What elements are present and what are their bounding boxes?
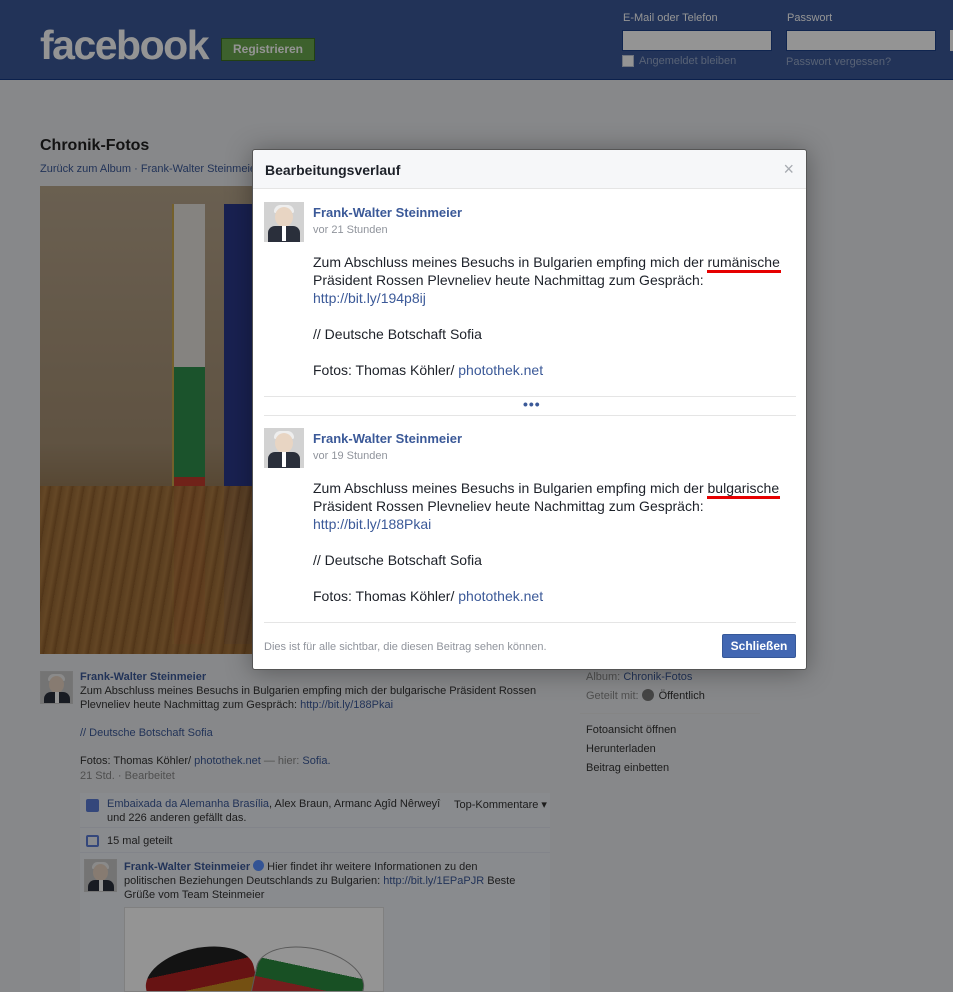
dialog-title: Bearbeitungsverlauf xyxy=(265,162,401,178)
entry-author-name[interactable]: Frank-Walter Steinmeier xyxy=(313,205,462,220)
entry-timestamp[interactable]: vor 21 Stunden xyxy=(313,224,388,236)
footer-separator xyxy=(264,622,796,623)
visibility-note: Dies ist für alle sichtbar, die diesen B… xyxy=(264,641,547,653)
more-dots[interactable]: ••• xyxy=(523,397,541,411)
entry-link[interactable]: http://bit.ly/188Pkai xyxy=(313,516,431,532)
edit-history-dialog: Bearbeitungsverlauf × Frank-Walter Stein… xyxy=(252,149,807,670)
highlighted-word: rumänische xyxy=(707,254,780,270)
photothek-link[interactable]: photothek.net xyxy=(458,362,543,378)
entry-link[interactable]: http://bit.ly/194p8ij xyxy=(313,290,426,306)
entry-text: Zum Abschluss meines Besuchs in Bulgarie… xyxy=(313,480,780,604)
entry-avatar[interactable] xyxy=(264,428,304,468)
entry-separator xyxy=(264,415,796,416)
entry-timestamp[interactable]: vor 19 Stunden xyxy=(313,450,388,462)
dialog-header: Bearbeitungsverlauf × xyxy=(253,150,806,189)
entry-text: Zum Abschluss meines Besuchs in Bulgarie… xyxy=(313,254,780,378)
close-icon[interactable]: × xyxy=(783,159,794,179)
photothek-link[interactable]: photothek.net xyxy=(458,588,543,604)
close-button[interactable]: Schließen xyxy=(722,634,796,658)
entry-avatar[interactable] xyxy=(264,202,304,242)
highlighted-word: bulgarische xyxy=(707,480,780,496)
entry-author-name[interactable]: Frank-Walter Steinmeier xyxy=(313,431,462,446)
